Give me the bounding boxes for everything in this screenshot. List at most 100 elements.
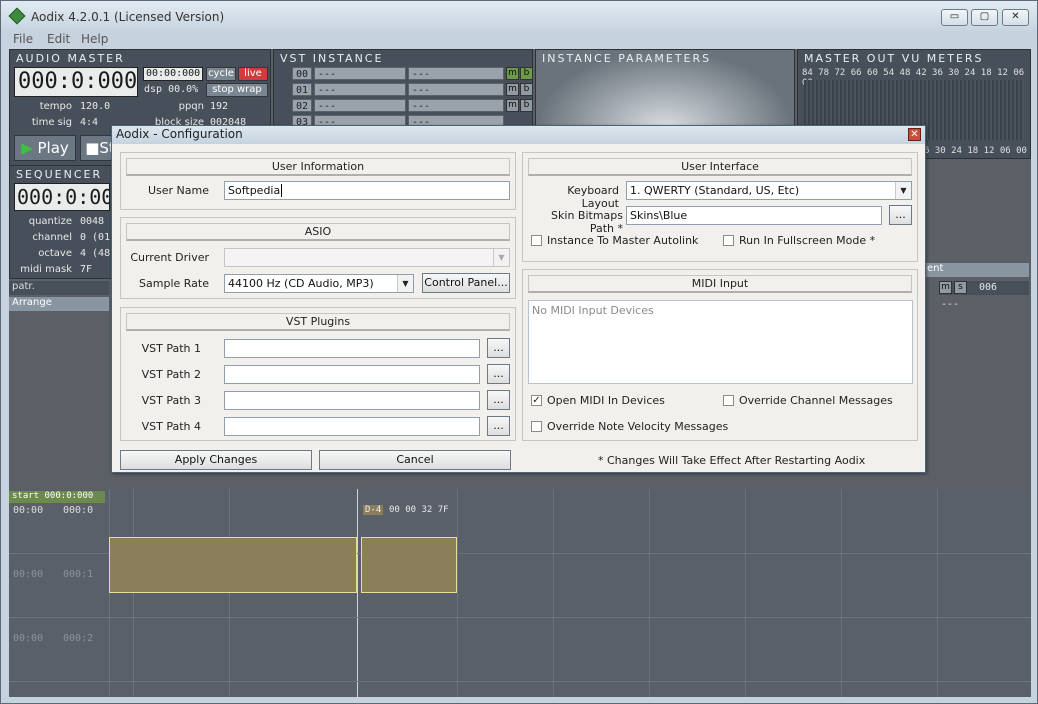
- mute-button[interactable]: m: [939, 281, 952, 294]
- vu-scale-bottom: 6 30 24 18 12 06 00: [924, 146, 1027, 156]
- vst-path-4-label: VST Path 4: [141, 420, 201, 433]
- instance-parameters-panel: INSTANCE PARAMETERS: [535, 49, 795, 129]
- midi-mask-value[interactable]: 7F: [80, 264, 92, 275]
- vu-meters-title: MASTER OUT VU METERS: [804, 52, 984, 65]
- stop-wrap-button[interactable]: stop wrap: [206, 83, 268, 97]
- fullscreen-checkbox[interactable]: [723, 235, 734, 246]
- pattern-selector[interactable]: patr.: [9, 281, 109, 295]
- skin-path-input[interactable]: Skins\Blue: [626, 206, 882, 225]
- control-panel-button[interactable]: Control Panel...: [422, 273, 510, 293]
- restart-note: * Changes Will Take Effect After Restart…: [598, 454, 866, 467]
- apply-changes-button[interactable]: Apply Changes: [120, 450, 312, 470]
- channel-value[interactable]: 0 (01: [80, 232, 110, 243]
- grid-line: [745, 489, 746, 697]
- ppqn-label: ppqn: [178, 101, 204, 112]
- open-midi-in-label: Open MIDI In Devices: [547, 394, 665, 407]
- vst-path-4-browse-button[interactable]: ...: [487, 416, 510, 436]
- live-button[interactable]: live: [238, 67, 268, 81]
- override-velocity-checkbox[interactable]: [531, 421, 542, 432]
- vst-slot-number: 00: [292, 67, 312, 80]
- vst-instance-title: VST INSTANCE: [280, 52, 384, 65]
- cycle-button[interactable]: cycle: [206, 67, 236, 81]
- vst-path-1-browse-button[interactable]: ...: [487, 338, 510, 358]
- quantize-value[interactable]: 0048: [80, 216, 104, 227]
- maximize-button[interactable]: ▢: [971, 9, 998, 26]
- vst-row[interactable]: 01 --- --- m b: [278, 83, 533, 97]
- configuration-dialog: Aodix - Configuration ✕ User Information…: [111, 125, 926, 473]
- user-interface-heading: User Interface: [528, 158, 912, 176]
- instance-parameters-title: INSTANCE PARAMETERS: [542, 52, 712, 65]
- grid-line: [229, 489, 230, 697]
- menu-file[interactable]: File: [13, 32, 33, 46]
- user-name-value: Softpedia: [228, 184, 281, 197]
- open-midi-in-checkbox[interactable]: ✓: [531, 395, 542, 406]
- skin-path-browse-button[interactable]: ...: [889, 205, 912, 225]
- keyboard-layout-select[interactable]: 1. QWERTY (Standard, US, Etc) ▼: [626, 181, 912, 200]
- midi-devices-list[interactable]: No MIDI Input Devices: [528, 300, 913, 384]
- sample-rate-value: 44100 Hz (CD Audio, MP3): [228, 277, 374, 290]
- mute-button[interactable]: m: [506, 99, 519, 112]
- dialog-body: User Information User Name Softpedia ASI…: [112, 144, 925, 472]
- midi-devices-empty-text: No MIDI Input Devices: [532, 304, 654, 317]
- play-button[interactable]: ▶ Play: [14, 135, 76, 161]
- override-velocity-label: Override Note Velocity Messages: [547, 420, 729, 433]
- tempo-value[interactable]: 120.0: [80, 101, 110, 112]
- menu-edit[interactable]: Edit: [47, 32, 70, 46]
- vst-path-1-input[interactable]: [224, 339, 480, 358]
- vst-slot-name: ---: [314, 99, 406, 112]
- ppqn-value[interactable]: 192: [210, 101, 228, 112]
- note-event-values: 00 00 32 7F: [389, 505, 449, 515]
- vst-path-2-input[interactable]: [224, 365, 480, 384]
- dialog-title-bar[interactable]: Aodix - Configuration ✕: [112, 126, 925, 144]
- pattern-block[interactable]: [361, 537, 457, 593]
- time-sig-value[interactable]: 4:4: [80, 117, 98, 128]
- menu-help[interactable]: Help: [81, 32, 108, 46]
- bypass-button[interactable]: b: [520, 83, 533, 96]
- bypass-button[interactable]: b: [520, 99, 533, 112]
- vst-path-3-input[interactable]: [224, 391, 480, 410]
- current-driver-label: Current Driver: [130, 251, 209, 264]
- vst-path-2-label: VST Path 2: [141, 368, 201, 381]
- vst-row[interactable]: 02 --- --- m b: [278, 99, 533, 113]
- user-information-group: User Information User Name Softpedia: [120, 152, 516, 210]
- midi-mask-label: midi mask: [20, 264, 72, 275]
- cancel-button[interactable]: Cancel: [319, 450, 511, 470]
- close-button[interactable]: ✕: [1002, 9, 1029, 26]
- audio-master-title: AUDIO MASTER: [16, 52, 125, 65]
- track-number: 006: [979, 282, 998, 293]
- solo-button[interactable]: s: [954, 281, 967, 294]
- mute-button[interactable]: m: [506, 67, 519, 80]
- grid-line: [457, 489, 458, 697]
- vst-slot-name: ---: [314, 67, 406, 80]
- transport-time-display: 000:0:000: [14, 67, 138, 97]
- current-driver-select[interactable]: ▼: [224, 248, 510, 267]
- octave-label: octave: [38, 248, 72, 259]
- start-marker[interactable]: start 000:0:000: [9, 491, 105, 503]
- minimize-button[interactable]: ▭: [941, 9, 968, 26]
- grid-line: [841, 489, 842, 697]
- vst-row[interactable]: 00 --- --- m b: [278, 67, 533, 81]
- midi-input-heading: MIDI Input: [528, 275, 912, 293]
- dialog-close-button[interactable]: ✕: [908, 128, 921, 141]
- vst-path-2-browse-button[interactable]: ...: [487, 364, 510, 384]
- skin-path-label: Skin Bitmaps Path *: [551, 209, 623, 235]
- mute-button[interactable]: m: [506, 83, 519, 96]
- arrange-header: Arrange: [9, 297, 109, 311]
- vst-plugins-group: VST Plugins VST Path 1 ... VST Path 2 ..…: [120, 307, 516, 441]
- sample-rate-select[interactable]: 44100 Hz (CD Audio, MP3) ▼: [224, 274, 414, 293]
- vst-path-4-input[interactable]: [224, 417, 480, 436]
- pattern-grid[interactable]: start 000:0:000 00:00 000:0 00:00 000:1 …: [9, 489, 1031, 697]
- override-channel-checkbox[interactable]: [723, 395, 734, 406]
- grid-line: [109, 489, 110, 697]
- row-beat: 000:1: [63, 569, 94, 580]
- vst-slot-program: ---: [408, 67, 504, 80]
- pattern-block[interactable]: [109, 537, 357, 593]
- title-bar[interactable]: Aodix 4.2.0.1 (Licensed Version) ▭ ▢ ✕: [1, 1, 1037, 31]
- autolink-checkbox[interactable]: [531, 235, 542, 246]
- user-name-input[interactable]: Softpedia: [224, 181, 510, 200]
- vst-path-3-browse-button[interactable]: ...: [487, 390, 510, 410]
- bypass-button[interactable]: b: [520, 67, 533, 80]
- octave-value[interactable]: 4 (48: [80, 248, 110, 259]
- menu-bar: File Edit Help: [1, 31, 1037, 49]
- note-event[interactable]: D-4: [363, 505, 384, 515]
